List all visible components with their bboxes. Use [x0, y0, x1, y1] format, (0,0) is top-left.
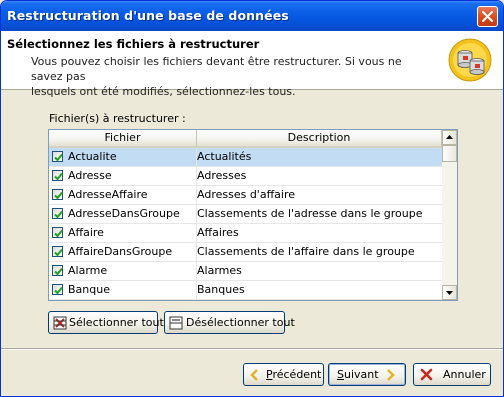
list-header: Fichier Description — [49, 130, 442, 148]
select-all-label: Sélectionner tout — [69, 316, 164, 329]
row-description: Affaires — [197, 226, 239, 239]
cancel-x-icon — [420, 368, 433, 381]
list-row[interactable]: AffaireDansGroupe Classements de l'affair… — [49, 243, 442, 262]
arrow-down-icon — [446, 291, 453, 295]
list-row[interactable]: Adresse Adresses — [49, 167, 442, 186]
row-description: Classements de l'adresse dans le groupe — [197, 207, 423, 220]
list-row[interactable]: AdresseDansGroupe Classements de l'adress… — [49, 205, 442, 224]
row-checkbox[interactable] — [52, 170, 63, 181]
row-checkbox[interactable] — [52, 284, 63, 295]
arrow-up-icon — [446, 135, 453, 139]
row-checkbox[interactable] — [52, 208, 63, 219]
checkmark-icon — [54, 229, 63, 238]
wizard-header: Sélectionnez les fichiers à restructurer… — [1, 31, 503, 98]
checkmark-icon — [54, 210, 63, 219]
list-row[interactable]: Alarme Alarmes — [49, 262, 442, 281]
checkmark-icon — [54, 248, 63, 257]
checkmark-icon — [54, 286, 63, 295]
row-description: Banques — [197, 283, 245, 296]
column-header-description[interactable]: Description — [197, 130, 442, 148]
row-description: Adresses d'affaire — [197, 188, 295, 201]
list-label: Fichier(s) à restructurer : — [49, 112, 186, 125]
row-checkbox[interactable] — [52, 246, 63, 257]
checkmark-icon — [54, 172, 63, 181]
list-row[interactable]: Banque Banques — [49, 281, 442, 300]
vertical-scrollbar[interactable] — [442, 130, 457, 300]
step-title: Sélectionnez les fichiers à restructurer — [7, 37, 260, 51]
list-row[interactable]: Actualite Actualités — [49, 148, 442, 167]
row-checkbox[interactable] — [52, 265, 63, 276]
step-description: Vous pouvez choisir les fichiers devant … — [31, 54, 431, 99]
checkmark-icon — [54, 267, 63, 276]
checkmark-icon — [54, 153, 63, 162]
select-all-button[interactable]: Sélectionner tout — [48, 311, 164, 334]
scroll-down-button[interactable] — [442, 285, 457, 300]
row-file-name: AffaireDansGroupe — [68, 243, 197, 261]
row-description: Adresses — [197, 169, 247, 182]
row-file-name: AdresseAffaire — [68, 186, 197, 204]
step-description-line1: Vous pouvez choisir les fichiers devant … — [31, 55, 402, 83]
footer-separator — [1, 348, 503, 350]
column-header-fichier[interactable]: Fichier — [49, 130, 197, 148]
database-icon — [448, 38, 492, 82]
deselect-all-label: Désélectionner tout — [186, 316, 295, 329]
select-all-icon — [53, 316, 67, 330]
title-bar[interactable]: Restructuration d'une base de données — [1, 1, 503, 31]
row-file-name: Affaire — [68, 224, 197, 242]
previous-label: Précédent — [266, 368, 322, 381]
row-description: Classements de l'affaire dans le groupe — [197, 245, 415, 258]
wizard-window: Restructuration d'une base de données Sé… — [0, 0, 504, 397]
scroll-up-button[interactable] — [442, 130, 457, 145]
close-icon — [482, 11, 493, 22]
close-button[interactable] — [477, 6, 498, 27]
row-checkbox[interactable] — [52, 227, 63, 238]
next-button[interactable]: Suivant — [328, 363, 406, 386]
list-row[interactable]: AdresseAffaire Adresses d'affaire — [49, 186, 442, 205]
files-list[interactable]: Fichier Description Actualite Actualités A… — [48, 129, 458, 301]
row-file-name: AdresseDansGroupe — [68, 205, 197, 223]
scroll-thumb[interactable] — [442, 145, 457, 162]
row-description: Alarmes — [197, 264, 242, 277]
row-file-name: Adresse — [68, 167, 197, 185]
list-row[interactable]: Affaire Affaires — [49, 224, 442, 243]
next-label: Suivant — [337, 368, 379, 381]
checkmark-icon — [54, 191, 63, 200]
previous-button[interactable]: Précédent — [243, 363, 324, 386]
row-file-name: Actualite — [68, 148, 197, 166]
chevron-right-icon — [387, 369, 395, 381]
cancel-label: Annuler — [443, 368, 486, 381]
row-file-name: Alarme — [68, 262, 197, 280]
chevron-left-icon — [250, 369, 258, 381]
deselect-all-button[interactable]: Désélectionner tout — [164, 311, 295, 334]
window-title: Restructuration d'une base de données — [7, 8, 289, 23]
cancel-button[interactable]: Annuler — [413, 363, 491, 386]
step-description-line2: lesquels ont été modifiés, sélectionnez-… — [31, 85, 296, 98]
row-checkbox[interactable] — [52, 151, 63, 162]
row-description: Actualités — [197, 148, 441, 166]
deselect-all-icon — [169, 316, 183, 330]
row-checkbox[interactable] — [52, 189, 63, 200]
row-file-name: Banque — [68, 281, 197, 299]
